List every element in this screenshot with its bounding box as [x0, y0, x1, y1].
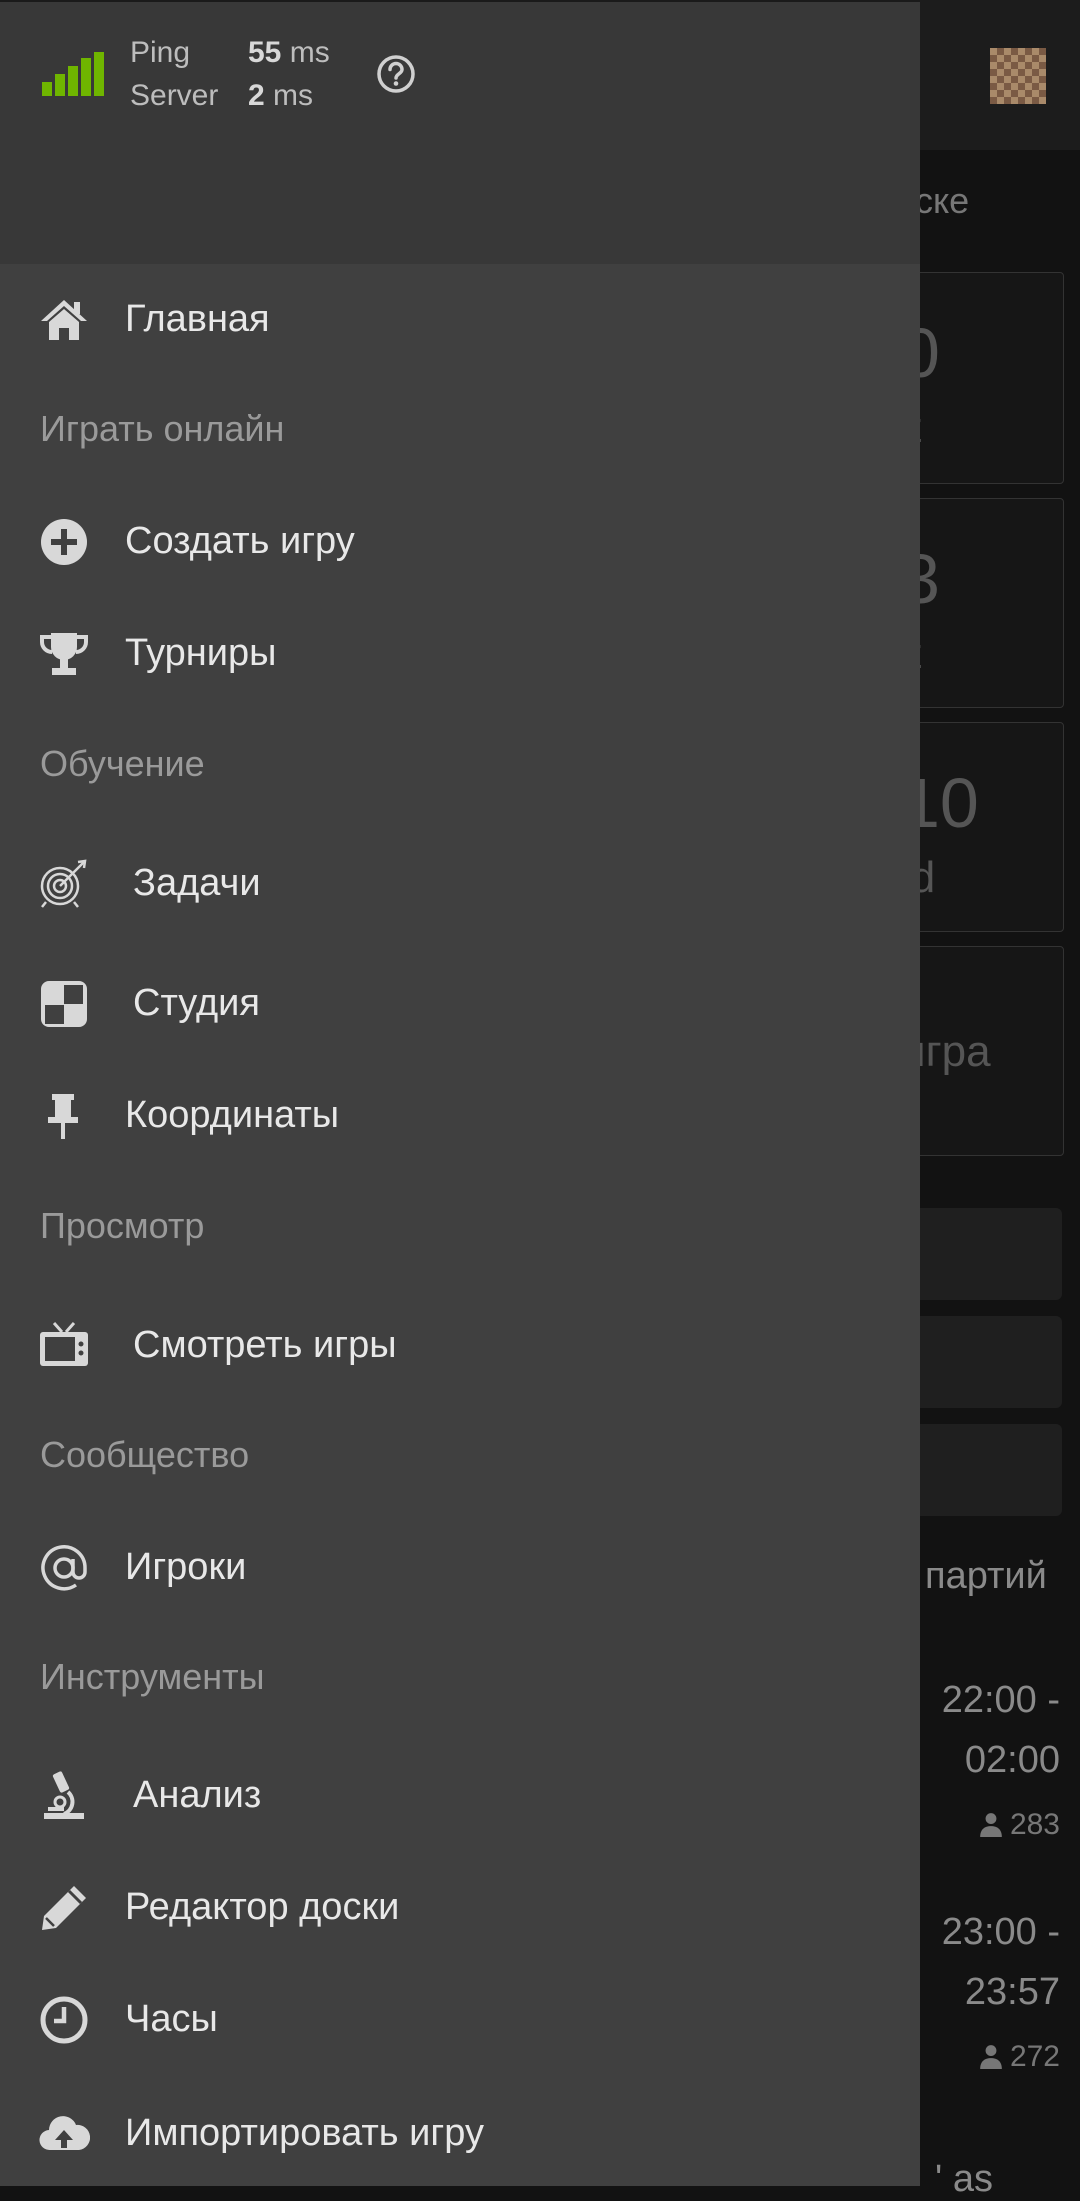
- menu-item-label: Задачи: [133, 862, 261, 904]
- menu-item-label: Турниры: [125, 632, 277, 674]
- menu-item-players[interactable]: Игроки: [0, 1518, 920, 1618]
- trophy-icon: [40, 633, 88, 675]
- section-header-play-online: Играть онлайн: [40, 408, 285, 449]
- footer-fragment: ' as: [935, 2158, 993, 2200]
- person-icon: [980, 1813, 1002, 1837]
- menu-item-clock[interactable]: Часы: [0, 1970, 920, 2070]
- menu-item-label: Главная: [125, 298, 270, 340]
- menu-item-puzzles[interactable]: Задачи: [0, 834, 920, 934]
- pin-icon: [48, 1094, 78, 1139]
- microscope-icon: [44, 1771, 84, 1819]
- person-icon: [980, 2045, 1002, 2069]
- quick-game-tile[interactable]: 3 z: [900, 498, 1064, 708]
- navigation-drawer: Ping 55 ms Server 2 ms Главная Играть он…: [0, 0, 920, 2186]
- clock-icon: [40, 1996, 88, 2044]
- lobby-button[interactable]: [900, 1316, 1062, 1408]
- menu-item-create-game[interactable]: Создать игру: [0, 492, 920, 592]
- custom-game-tile[interactable]: игра: [900, 946, 1064, 1156]
- cloud-upload-icon: [39, 2116, 90, 2151]
- menu-item-analysis[interactable]: Анализ: [0, 1746, 920, 1846]
- menu-item-label: Координаты: [125, 1094, 340, 1136]
- drawer-header: Ping 55 ms Server 2 ms: [0, 0, 920, 264]
- plus-circle-icon: [41, 519, 87, 565]
- menu-item-label: Игроки: [125, 1546, 247, 1588]
- lobby-button[interactable]: [900, 1208, 1062, 1300]
- ping-value: 55 ms: [248, 36, 330, 69]
- study-board-icon: [41, 981, 87, 1027]
- menu-item-label: Часы: [125, 1998, 218, 2040]
- menu-item-study[interactable]: Студия: [0, 954, 920, 1054]
- menu-item-home[interactable]: Главная: [0, 270, 920, 370]
- section-header-community: Сообщество: [40, 1434, 250, 1475]
- server-label: Server: [130, 79, 219, 112]
- at-icon: [41, 1545, 87, 1591]
- tournament-players: 283: [978, 1808, 1060, 1842]
- tournament-time: 23:00 - 23:57: [941, 1911, 1060, 2013]
- tab-label-fragment: ске: [915, 180, 970, 221]
- user-avatar[interactable]: [990, 48, 1046, 104]
- help-icon[interactable]: [376, 54, 416, 94]
- tv-icon: [40, 1322, 88, 1366]
- menu-item-import-game[interactable]: Импортировать игру: [0, 2084, 920, 2184]
- quick-game-tile[interactable]: 0 z: [900, 272, 1064, 484]
- quick-game-tile[interactable]: 10 id: [900, 722, 1064, 932]
- home-icon: [41, 300, 87, 340]
- signal-strength-icon: [42, 52, 104, 96]
- menu-item-board-editor[interactable]: Редактор доски: [0, 1858, 920, 1958]
- pencil-icon: [42, 1886, 86, 1930]
- menu-item-tournaments[interactable]: Турниры: [0, 604, 920, 704]
- lobby-button[interactable]: [900, 1424, 1062, 1516]
- menu-item-watch-games[interactable]: Смотреть игры: [0, 1296, 920, 1396]
- menu-item-label: Студия: [133, 982, 260, 1024]
- menu-item-label: Смотреть игры: [133, 1324, 397, 1366]
- ping-label: Ping: [130, 36, 191, 69]
- menu-item-label: Редактор доски: [125, 1886, 400, 1928]
- tournament-players: 272: [978, 2040, 1060, 2074]
- section-header-learn: Обучение: [40, 743, 205, 784]
- menu-item-label: Анализ: [133, 1774, 262, 1816]
- target-icon: [40, 859, 87, 908]
- menu-item-label: Импортировать игру: [125, 2112, 484, 2154]
- menu-item-coordinates[interactable]: Координаты: [0, 1066, 920, 1166]
- server-value: 2 ms: [248, 79, 314, 112]
- games-count-fragment: партий: [925, 1555, 1047, 1597]
- section-header-tools: Инструменты: [40, 1656, 265, 1697]
- section-header-watch: Просмотр: [40, 1205, 205, 1246]
- menu-item-label: Создать игру: [125, 520, 355, 562]
- tournament-time: 22:00 - 02:00: [941, 1679, 1060, 1781]
